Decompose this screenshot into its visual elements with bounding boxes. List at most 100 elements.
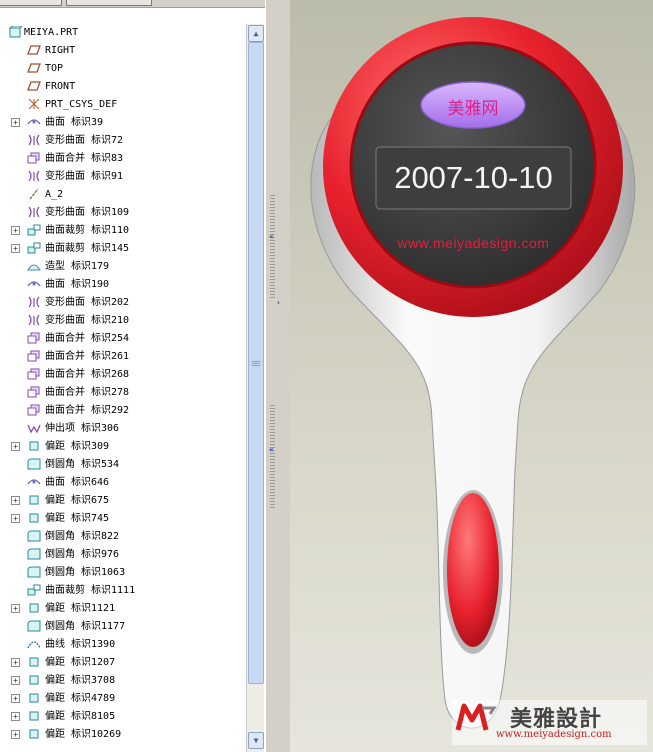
tree-item-label: A_2 (45, 189, 64, 200)
tree-item[interactable]: 曲线 标识1390 (0, 636, 246, 654)
tree-item[interactable]: A_2 (0, 186, 246, 204)
tree-item-label: 曲面合并 标识268 (45, 369, 130, 380)
tree-item[interactable]: 曲面合并 标识261 (0, 348, 246, 366)
tree-item[interactable]: 曲面 标识646 (0, 474, 246, 492)
expand-toggle-icon[interactable]: + (11, 118, 20, 127)
tree-item-label: 变形曲面 标识210 (45, 315, 130, 326)
tree-item[interactable]: 曲面裁剪 标识1111 (0, 582, 246, 600)
tree-item[interactable]: + 偏距 标识3708 (0, 672, 246, 690)
vertical-scrollbar[interactable]: ▲ ▼ (246, 24, 264, 752)
graphics-viewport[interactable]: 美雅网 2007-10-10 www.meiyadesign.com (290, 0, 653, 752)
tree-root-label: MEIYA.PRT (24, 27, 79, 38)
tree-item-label: 变形曲面 标识72 (45, 135, 124, 146)
tree-item[interactable]: + 偏距 标识309 (0, 438, 246, 456)
tree-root[interactable]: MEIYA.PRT (0, 24, 246, 42)
tree-item[interactable]: + 偏距 标识675 (0, 492, 246, 510)
tree-item[interactable]: + 曲面 标识39 (0, 114, 246, 132)
tree-item-label: 变形曲面 标识202 (45, 297, 130, 308)
tree-item[interactable]: 倒圆角 标识534 (0, 456, 246, 474)
tree-item-label: TOP (45, 63, 64, 74)
expand-toggle-icon[interactable]: + (11, 226, 20, 235)
part-icon (8, 25, 24, 38)
tree-item-label: 曲面合并 标识254 (45, 333, 130, 344)
tree-item-label: 倒圆角 标识822 (45, 531, 120, 542)
tree-item-label: 偏距 标识1121 (45, 603, 116, 614)
splitter-grip-top[interactable] (270, 195, 275, 300)
collapse-left-icon[interactable]: « (269, 232, 274, 241)
tree-item-label: 曲面合并 标识292 (45, 405, 130, 416)
tree-item[interactable]: 变形曲面 标识202 (0, 294, 246, 312)
tree-item[interactable]: 造型 标识179 (0, 258, 246, 276)
tree-item[interactable]: + 曲面裁剪 标识110 (0, 222, 246, 240)
expand-toggle-icon[interactable]: + (11, 658, 20, 667)
tree-item[interactable]: + 偏距 标识1207 (0, 654, 246, 672)
merge-surface-icon (27, 152, 41, 164)
expand-right-icon[interactable]: › (276, 298, 281, 307)
expand-toggle-icon[interactable]: + (11, 730, 20, 739)
splitter-grip-bottom[interactable] (270, 405, 275, 510)
coordinate-system-icon (27, 98, 41, 110)
expand-toggle-icon[interactable]: + (11, 604, 20, 613)
tree-item[interactable]: FRONT (0, 78, 246, 96)
tree-item[interactable]: 变形曲面 标识91 (0, 168, 246, 186)
scroll-down-button[interactable]: ▼ (248, 732, 264, 749)
expand-toggle-icon[interactable]: + (11, 514, 20, 523)
trim-surface-icon (27, 242, 41, 254)
warp-surface-icon (27, 170, 41, 182)
tree-item[interactable]: + 偏距 标识745 (0, 510, 246, 528)
panel-tab-right[interactable] (66, 0, 152, 6)
trim-surface-icon (27, 224, 41, 236)
offset-icon (27, 602, 41, 614)
expand-toggle-icon[interactable]: + (11, 244, 20, 253)
tree-item[interactable]: 倒圆角 标识976 (0, 546, 246, 564)
tree-item[interactable]: 曲面合并 标识254 (0, 330, 246, 348)
expand-toggle-icon[interactable]: + (11, 712, 20, 721)
expand-toggle-icon[interactable]: + (11, 694, 20, 703)
tree-item[interactable]: + 偏距 标识8105 (0, 708, 246, 726)
tree-item-label: 变形曲面 标识91 (45, 171, 124, 182)
tree-item-label: 倒圆角 标识1063 (45, 567, 126, 578)
tree-item[interactable]: 变形曲面 标识210 (0, 312, 246, 330)
tree-item[interactable]: 倒圆角 标识822 (0, 528, 246, 546)
tree-item[interactable]: 曲面合并 标识83 (0, 150, 246, 168)
tree-item-label: 曲面裁剪 标识110 (45, 225, 130, 236)
tree-item[interactable]: 曲面合并 标识268 (0, 366, 246, 384)
tree-item[interactable]: PRT_CSYS_DEF (0, 96, 246, 114)
collapse-left-icon-2[interactable]: « (269, 445, 274, 454)
thumb-grip (252, 361, 260, 367)
tree-item[interactable]: 倒圆角 标识1063 (0, 564, 246, 582)
tree-item[interactable]: 伸出项 标识306 (0, 420, 246, 438)
tree-item[interactable]: RIGHT (0, 42, 246, 60)
tree-item[interactable]: + 曲面裁剪 标识145 (0, 240, 246, 258)
scroll-up-button[interactable]: ▲ (248, 25, 264, 42)
tree-item-label: 偏距 标识10269 (45, 729, 122, 740)
trim-surface-icon (27, 584, 41, 596)
expand-toggle-icon[interactable]: + (11, 496, 20, 505)
tree-item[interactable]: TOP (0, 60, 246, 78)
tree-item[interactable]: + 偏距 标识1121 (0, 600, 246, 618)
tree-item[interactable]: 变形曲面 标识72 (0, 132, 246, 150)
round-icon (27, 620, 41, 632)
warp-surface-icon (27, 314, 41, 326)
merge-surface-icon (27, 404, 41, 416)
tree-item[interactable]: 曲面合并 标识292 (0, 402, 246, 420)
panel-tab-strip (0, 0, 265, 8)
panel-splitter[interactable]: « › « (265, 0, 291, 752)
offset-icon (27, 512, 41, 524)
tree-item[interactable]: 变形曲面 标识109 (0, 204, 246, 222)
tree-item[interactable]: 倒圆角 标识1177 (0, 618, 246, 636)
round-icon (27, 566, 41, 578)
watermark-logo: 美雅設計 www.meiyadesign.com (452, 700, 647, 745)
tree-item[interactable]: 曲面合并 标识278 (0, 384, 246, 402)
panel-tab-left[interactable] (0, 0, 62, 6)
tree-item[interactable]: 曲面 标识190 (0, 276, 246, 294)
expand-toggle-icon[interactable]: + (11, 442, 20, 451)
tree-item-label: 倒圆角 标识1177 (45, 621, 126, 632)
tree-item[interactable]: + 偏距 标识10269 (0, 726, 246, 744)
datum-plane-icon (27, 44, 41, 56)
tree-item-label: 曲面合并 标识261 (45, 351, 130, 362)
warp-surface-icon (27, 206, 41, 218)
scroll-thumb[interactable] (248, 42, 264, 684)
expand-toggle-icon[interactable]: + (11, 676, 20, 685)
tree-item[interactable]: + 偏距 标识4789 (0, 690, 246, 708)
